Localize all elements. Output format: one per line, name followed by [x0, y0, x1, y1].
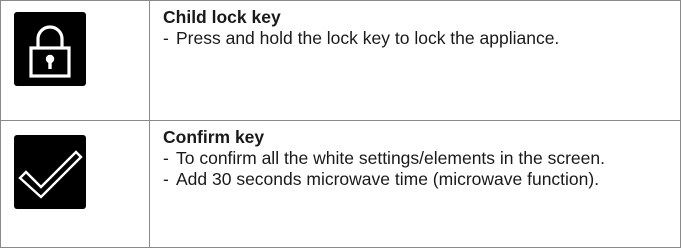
- padlock-icon: [14, 12, 86, 86]
- bullet-dash: -: [163, 28, 169, 48]
- icon-cell: [1, 121, 150, 247]
- key-description-table: Child lock key - Press and hold the lock…: [0, 0, 681, 248]
- table-row-confirm: Confirm key - To confirm all the white s…: [1, 121, 680, 247]
- description-item: - Add 30 seconds microwave time (microwa…: [163, 169, 670, 190]
- table-row-child-lock: Child lock key - Press and hold the lock…: [1, 1, 680, 121]
- description-cell: Child lock key - Press and hold the lock…: [150, 1, 680, 120]
- description-cell: Confirm key - To confirm all the white s…: [150, 121, 680, 247]
- bullet-dash: -: [163, 169, 169, 189]
- key-title: Child lock key: [163, 7, 281, 27]
- description-text: To confirm all the white settings/elemen…: [176, 148, 605, 168]
- description-text: Add 30 seconds microwave time (microwave…: [176, 169, 600, 189]
- checkmark-icon: [14, 135, 86, 209]
- description-item: - Press and hold the lock key to lock th…: [163, 28, 670, 49]
- description-item: - To confirm all the white settings/elem…: [163, 148, 670, 169]
- icon-cell: [1, 1, 150, 120]
- key-title: Confirm key: [163, 127, 265, 147]
- bullet-dash: -: [163, 148, 169, 168]
- description-text: Press and hold the lock key to lock the …: [176, 28, 560, 48]
